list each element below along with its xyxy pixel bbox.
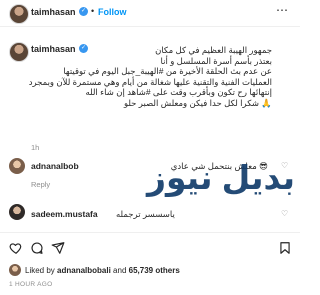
liker-avatar[interactable] (9, 264, 21, 276)
comment-text: 😎 معلش بنتحمل شي عادي (170, 161, 268, 171)
caption-line: إنتهائها رح تكون وبأقرب وقت على #شاهد إن… (85, 87, 272, 97)
comment-like-heart-icon[interactable]: ♡ (281, 209, 288, 218)
caption-line: 🙏 شكرا لكل حدا فيكن ومعلش الصبر حلو (123, 98, 272, 108)
comment-bubble-icon[interactable] (30, 241, 44, 255)
author-username[interactable]: taimhasan (31, 7, 76, 17)
reply-button[interactable]: Reply (31, 180, 50, 189)
caption-verified-badge-icon: ✓ (79, 44, 88, 53)
caption-line: عن عدم بث الحلقة الأخيرة من #الهيبة_جبل … (63, 66, 272, 76)
likes-count[interactable]: 65,739 others (129, 266, 180, 275)
caption-line: جمهور الهيبة العظيم في كل مكان (155, 45, 272, 55)
caption-avatar[interactable] (9, 42, 29, 62)
caption-username[interactable]: taimhasan (31, 44, 76, 54)
likes-prefix: Liked by (25, 266, 58, 275)
commenter-avatar[interactable] (9, 204, 25, 220)
instagram-post: taimhasan ✓ • Follow ⋯ taimhasan ✓ جمهور… (0, 0, 300, 295)
comment-like-heart-icon[interactable]: ♡ (281, 161, 288, 170)
comment-username[interactable]: adnanalbob (31, 161, 79, 171)
action-bar (0, 232, 300, 263)
likes-middle: and (110, 266, 129, 275)
author-avatar[interactable] (9, 4, 29, 24)
commenter-avatar[interactable] (9, 158, 25, 174)
caption-timestamp: 1h (31, 143, 40, 152)
likes-summary[interactable]: Liked by adnanalbobali and 65,739 others (25, 266, 180, 275)
liker-username[interactable]: adnanalbobali (57, 266, 111, 275)
more-options-icon[interactable]: ⋯ (276, 3, 289, 17)
separator-dot: • (91, 6, 95, 16)
post-timestamp: 1 HOUR AGO (9, 281, 53, 288)
verified-badge-icon: ✓ (79, 7, 88, 16)
share-paper-plane-icon[interactable] (51, 241, 65, 255)
like-heart-icon[interactable] (9, 241, 23, 255)
save-bookmark-icon[interactable] (278, 241, 292, 255)
follow-button[interactable]: Follow (98, 7, 127, 17)
comment-username[interactable]: sadeem.mustafa (31, 209, 98, 219)
comment-text: ياسسسر ترجمله (116, 209, 175, 219)
post-header: taimhasan ✓ • Follow ⋯ (0, 0, 300, 27)
